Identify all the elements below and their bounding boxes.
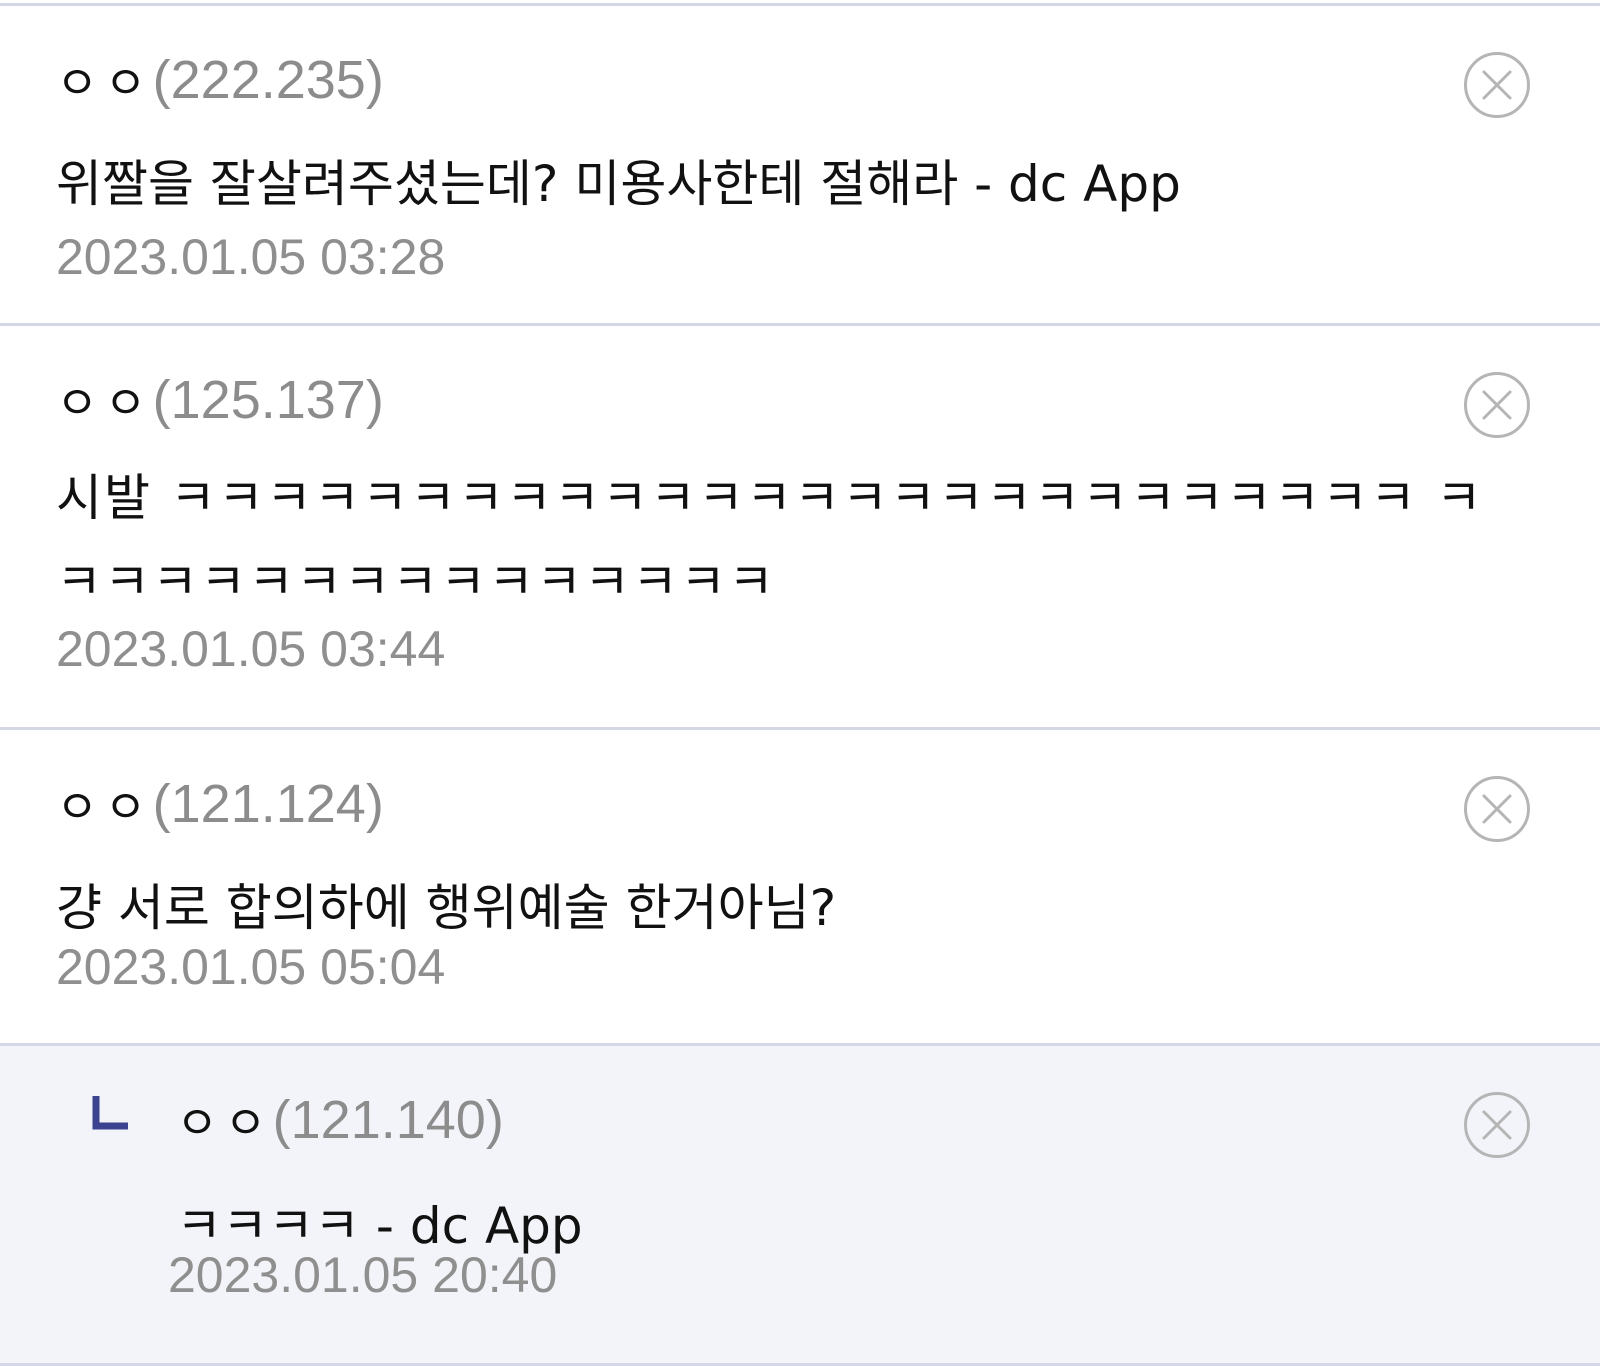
close-circle-icon	[1482, 70, 1512, 100]
comment-date: 2023.01.05 20:40	[168, 1247, 558, 1303]
reply-arrow-icon	[92, 1096, 128, 1130]
comment-nickname[interactable]: ㅇㅇ	[56, 47, 153, 113]
comment-author: ㅇㅇ (121.140)	[176, 1090, 504, 1150]
delete-comment-button[interactable]	[1464, 1092, 1530, 1158]
close-circle-icon	[1482, 1110, 1512, 1140]
comment-item: ㅇㅇ (222.235) 위짤을 잘살려주셨는데? 미용사한테 절해라 - dc…	[0, 6, 1600, 326]
comment-date: 2023.01.05 03:28	[56, 229, 446, 285]
close-circle-icon	[1482, 794, 1512, 824]
comment-ip: (125.137)	[152, 370, 384, 430]
comment-ip: (121.124)	[152, 774, 384, 834]
comment-nickname[interactable]: ㅇㅇ	[176, 1087, 273, 1153]
delete-comment-button[interactable]	[1464, 52, 1530, 118]
comment-nickname[interactable]: ㅇㅇ	[56, 771, 153, 837]
comment-ip: (222.235)	[152, 50, 384, 110]
comment-author: ㅇㅇ (121.124)	[56, 774, 384, 834]
delete-comment-button[interactable]	[1464, 372, 1530, 438]
comment-nickname[interactable]: ㅇㅇ	[56, 367, 153, 433]
delete-comment-button[interactable]	[1464, 776, 1530, 842]
comment-ip: (121.140)	[272, 1090, 504, 1150]
comment-author: ㅇㅇ (222.235)	[56, 50, 384, 110]
close-circle-icon	[1482, 390, 1512, 420]
reply-comment-item: ㅇㅇ (121.140) ㅋㅋㅋㅋ - dc App 2023.01.05 20…	[0, 1046, 1600, 1366]
comment-text: 위짤을 잘살려주셨는데? 미용사한테 절해라 - dc App	[56, 155, 1181, 213]
comment-item: ㅇㅇ (125.137) 시발 ㅋㅋㅋㅋㅋㅋㅋㅋㅋㅋㅋㅋㅋㅋㅋㅋㅋㅋㅋㅋㅋㅋㅋㅋ…	[0, 326, 1600, 730]
comment-item: ㅇㅇ (121.124) 걍 서로 합의하에 행위예술 한거아님? 2023.0…	[0, 730, 1600, 1046]
comment-date: 2023.01.05 05:04	[56, 939, 446, 995]
comment-text: 시발 ㅋㅋㅋㅋㅋㅋㅋㅋㅋㅋㅋㅋㅋㅋㅋㅋㅋㅋㅋㅋㅋㅋㅋㅋㅋㅋ ㅋㅋㅋㅋㅋㅋㅋㅋㅋㅋ…	[56, 469, 1484, 611]
comment-author: ㅇㅇ (125.137)	[56, 370, 384, 430]
comment-date: 2023.01.05 03:44	[56, 621, 446, 677]
